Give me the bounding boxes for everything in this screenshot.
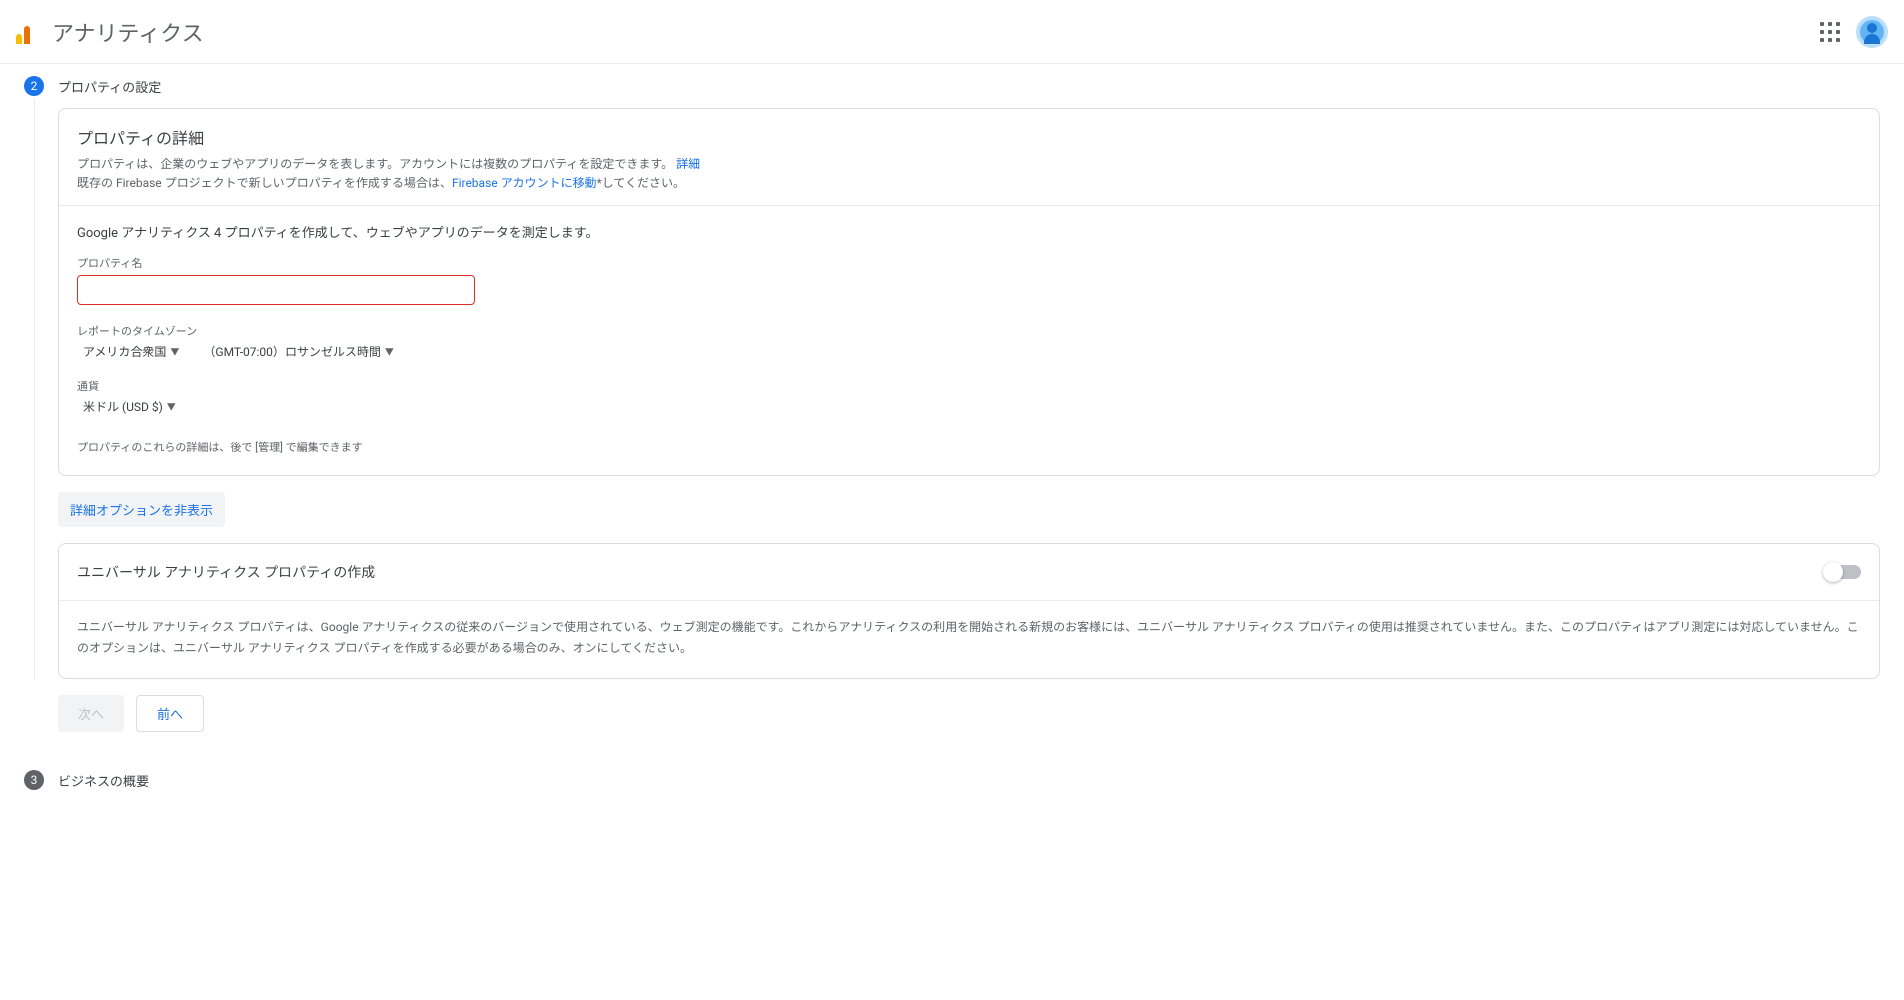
chevron-down-icon: ▼ [170, 345, 179, 358]
apps-grid-icon[interactable] [1820, 22, 1840, 42]
currency-label: 通貨 [77, 378, 1861, 394]
user-avatar[interactable] [1856, 16, 1888, 48]
universal-analytics-card: ユニバーサル アナリティクス プロパティの作成 ユニバーサル アナリティクス プ… [58, 543, 1880, 679]
ga4-description: Google アナリティクス 4 プロパティを作成して、ウェブやアプリのデータを… [77, 222, 1861, 241]
property-name-label: プロパティ名 [77, 255, 1861, 271]
chevron-down-icon: ▼ [385, 345, 394, 358]
country-dropdown[interactable]: アメリカ合衆国 ▼ [83, 343, 179, 360]
details-link[interactable]: 詳細 [676, 157, 700, 171]
step-3-number: 3 [24, 770, 44, 790]
step-3-header[interactable]: 3 ビジネスの概要 [24, 756, 1880, 804]
property-name-input[interactable] [77, 275, 475, 305]
previous-button[interactable]: 前へ [136, 695, 204, 732]
next-button: 次へ [58, 695, 124, 732]
app-header: アナリティクス [0, 0, 1904, 64]
ua-description: ユニバーサル アナリティクス プロパティは、Google アナリティクスの従来の… [59, 601, 1879, 678]
ua-property-title: ユニバーサル アナリティクス プロパティの作成 [77, 562, 375, 582]
step-2-number: 2 [24, 76, 44, 96]
property-details-card: プロパティの詳細 プロパティは、企業のウェブやアプリのデータを表します。アカウン… [58, 108, 1880, 476]
ua-toggle[interactable] [1825, 565, 1861, 579]
step-3-title: ビジネスの概要 [58, 771, 149, 790]
app-title: アナリティクス [52, 16, 204, 48]
step-2-header: 2 プロパティの設定 [24, 64, 1880, 108]
chevron-down-icon: ▼ [167, 400, 176, 413]
step-2-title: プロパティの設定 [58, 77, 161, 96]
firebase-account-link[interactable]: Firebase アカウントに移動 [452, 176, 597, 190]
property-details-subtitle: プロパティは、企業のウェブやアプリのデータを表します。アカウントには複数のプロパ… [77, 155, 1861, 193]
property-details-title: プロパティの詳細 [77, 125, 1861, 149]
currency-dropdown[interactable]: 米ドル (USD $) ▼ [83, 398, 176, 415]
hide-advanced-options-button[interactable]: 詳細オプションを非表示 [58, 492, 225, 527]
edit-later-note: プロパティのこれらの詳細は、後で [管理] で編集できます [77, 439, 1861, 455]
timezone-dropdown[interactable]: （GMT-07:00）ロサンゼルス時間 ▼ [203, 343, 394, 360]
timezone-label: レポートのタイムゾーン [77, 323, 1861, 339]
analytics-logo-icon [16, 20, 40, 44]
